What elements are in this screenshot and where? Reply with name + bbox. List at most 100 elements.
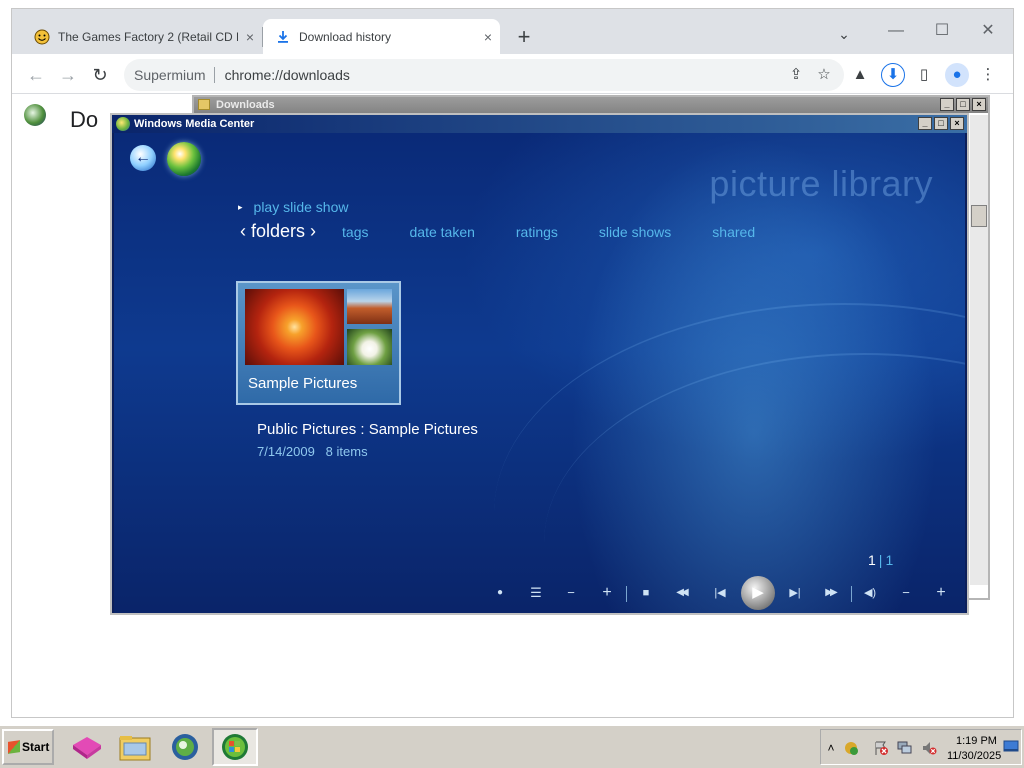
page-separator: | — [878, 552, 883, 568]
list-icon[interactable]: ☰ — [525, 582, 547, 604]
close-icon[interactable]: × — [476, 29, 500, 45]
site-chip[interactable]: Supermium — [134, 67, 215, 83]
side-panel-icon[interactable]: ▯ — [912, 63, 936, 87]
taskbar-app-explorer[interactable] — [112, 728, 158, 766]
tab-search-button[interactable]: ⌄ — [832, 26, 856, 50]
close-button[interactable]: ✕ — [965, 17, 1011, 47]
volume-muted-icon[interactable] — [921, 740, 937, 756]
menu-item-folders[interactable]: ‹ folders › — [240, 221, 316, 242]
media-center-content: ← picture library ▸ play slide show ‹ fo… — [114, 133, 965, 613]
zoom-in-icon[interactable]: + — [596, 582, 618, 604]
taskbar-app-media-center[interactable] — [212, 728, 258, 766]
rewind-icon[interactable]: ◀◀ — [670, 582, 692, 604]
stop-icon[interactable]: ■ — [635, 582, 657, 604]
menu-item-date-taken[interactable]: date taken — [410, 224, 475, 240]
taskbar: Start ˄ 1:19 PM 11/30/2025 — [0, 725, 1024, 768]
transport-controls: ● ☰ − + ■ ◀◀ |◀ ▶ ▶| ▶▶ ◀) − + — [114, 573, 965, 613]
tile-label: Sample Pictures — [248, 375, 358, 392]
transport-divider — [851, 586, 852, 602]
explorer-title: Downloads — [216, 99, 275, 111]
white-flower-photo-thumbnail — [347, 329, 392, 365]
transport-divider — [626, 586, 627, 602]
tab-title: Download history — [299, 29, 392, 44]
sample-pictures-folder-tile[interactable]: Sample Pictures — [236, 281, 401, 405]
maximize-button[interactable]: □ — [934, 117, 948, 130]
explorer-scrollbar[interactable] — [970, 115, 988, 585]
play-slide-show-label: play slide show — [253, 199, 349, 215]
volume-up-icon[interactable]: + — [930, 582, 952, 604]
browser-toolbar: ← → ↻ Supermium chrome://downloads ⇪ ☆ ▲… — [12, 54, 1013, 94]
network-monitor-icon[interactable] — [897, 740, 913, 756]
folder-meta: 7/14/2009 8 items — [257, 444, 368, 459]
close-icon[interactable]: × — [238, 29, 262, 45]
menu-icon[interactable]: ⋮ — [976, 63, 1000, 87]
media-center-orb-icon — [222, 734, 248, 760]
pink-cube-icon — [73, 737, 101, 759]
media-center-titlebar[interactable]: Windows Media Center _ □ × — [112, 115, 967, 133]
record-icon[interactable]: ● — [489, 582, 511, 604]
tab-title: The Games Factory 2 (Retail CD Rip — [58, 29, 238, 44]
minimize-button[interactable]: _ — [918, 117, 932, 130]
network-status-icon[interactable] — [843, 740, 859, 756]
windows-start-orb-icon[interactable] — [167, 142, 201, 176]
action-center-icon[interactable] — [873, 740, 889, 756]
tab-download-history[interactable]: Download history × — [263, 19, 500, 54]
folder-path: Public Pictures : Sample Pictures — [257, 421, 478, 438]
maximize-button[interactable]: □ — [956, 98, 970, 111]
menu-item-slide-shows[interactable]: slide shows — [599, 224, 671, 240]
fast-forward-icon[interactable]: ▶▶ — [819, 582, 841, 604]
tab-games-factory[interactable]: The Games Factory 2 (Retail CD Rip × — [22, 19, 262, 54]
profile-icon[interactable]: ● — [945, 63, 969, 87]
close-button[interactable]: × — [972, 98, 986, 111]
clock-date[interactable]: 11/30/2025 — [947, 750, 1001, 762]
reload-button[interactable]: ↻ — [86, 61, 114, 89]
page-indicator: 1 | 1 — [868, 552, 893, 568]
close-button[interactable]: × — [950, 117, 964, 130]
zoom-out-icon[interactable]: − — [560, 582, 582, 604]
start-label: Start — [22, 740, 50, 754]
show-desktop-icon[interactable] — [1003, 738, 1019, 754]
menu-item-shared[interactable]: shared — [712, 224, 755, 240]
share-icon[interactable]: ⇪ — [784, 63, 808, 87]
download-icon — [275, 29, 291, 45]
flower-photo-thumbnail — [245, 289, 344, 365]
back-arrow-icon[interactable]: ← — [130, 145, 156, 171]
back-button[interactable]: ← — [22, 61, 50, 89]
play-icon[interactable]: ▶ — [741, 576, 775, 610]
new-tab-button[interactable]: + — [510, 24, 538, 52]
download-icon[interactable]: ⬇ — [881, 63, 905, 87]
volume-down-icon[interactable]: − — [895, 582, 917, 604]
canyon-photo-thumbnail — [347, 289, 392, 324]
folder-icon — [119, 736, 151, 761]
minimize-button[interactable]: _ — [940, 98, 954, 111]
page-current: 1 — [868, 552, 876, 568]
page-title: Do — [70, 107, 99, 132]
taskbar-app-supermium[interactable] — [162, 728, 208, 766]
url-text[interactable]: chrome://downloads — [225, 67, 350, 83]
forward-button[interactable]: → — [54, 61, 82, 89]
play-slide-show-button[interactable]: ▸ play slide show — [238, 199, 348, 215]
previous-icon[interactable]: |◀ — [709, 582, 731, 604]
play-triangle-icon: ▸ — [238, 201, 243, 212]
menu-item-tags[interactable]: tags — [342, 224, 368, 240]
star-icon[interactable]: ☆ — [812, 63, 836, 87]
scrollbar-thumb[interactable] — [971, 205, 987, 227]
show-hidden-icons-button[interactable]: ˄ — [823, 740, 839, 756]
supermium-logo-icon — [24, 104, 46, 126]
windows-flag-icon — [8, 740, 20, 754]
supermium-browser-icon — [172, 734, 198, 760]
explorer-titlebar[interactable]: Downloads _ □ × — [194, 97, 988, 113]
library-title: picture library — [709, 163, 933, 204]
clock-time[interactable]: 1:19 PM — [956, 735, 997, 747]
minimize-button[interactable]: — — [873, 17, 919, 47]
smiley-icon — [34, 29, 50, 45]
tab-strip: The Games Factory 2 (Retail CD Rip × Dow… — [12, 9, 1013, 54]
labs-icon[interactable]: ▲ — [848, 63, 872, 87]
taskbar-app-visual-studio[interactable] — [64, 728, 110, 766]
volume-icon[interactable]: ◀) — [859, 582, 881, 604]
menu-item-ratings[interactable]: ratings — [516, 224, 558, 240]
next-icon[interactable]: ▶| — [784, 582, 806, 604]
address-bar[interactable]: Supermium chrome://downloads ⇪ ☆ — [124, 59, 844, 91]
start-button[interactable]: Start — [2, 729, 54, 765]
maximize-button[interactable]: ☐ — [919, 17, 965, 47]
